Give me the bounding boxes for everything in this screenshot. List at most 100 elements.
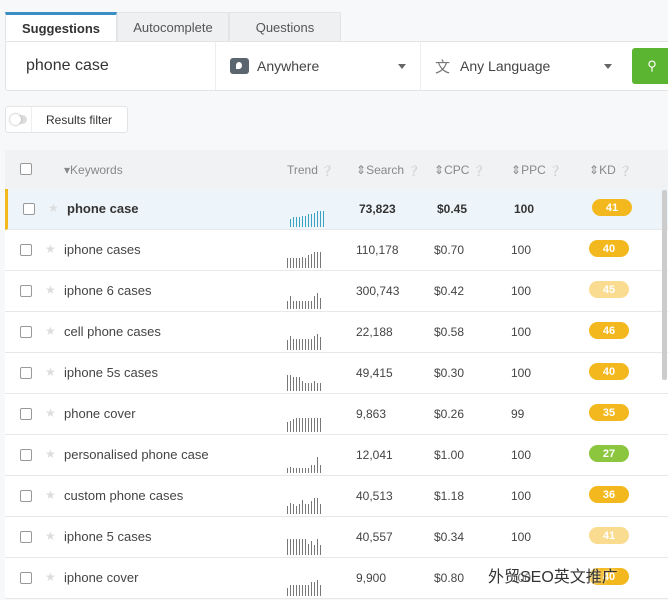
star-icon[interactable]: ★: [45, 324, 56, 338]
ppc-value: 100: [511, 243, 532, 257]
keyword-link[interactable]: iphone cover: [64, 570, 138, 585]
trend-bar: [311, 214, 312, 227]
trend-bar: [317, 498, 318, 514]
language-select[interactable]: 文 Any Language: [421, 42, 626, 90]
trend-sparkline: [287, 453, 321, 473]
language-value: Any Language: [460, 58, 551, 74]
keywords-column-header[interactable]: ▾Keywords: [64, 163, 123, 177]
trend-bar: [302, 499, 303, 514]
tab-autocomplete[interactable]: Autocomplete: [117, 12, 229, 42]
row-checkbox[interactable]: [20, 490, 32, 502]
search-column-header[interactable]: ⇕Search ❔: [356, 163, 420, 177]
trend-bar: [293, 468, 294, 473]
table-row[interactable]: ★ cell phone cases 22,188 $0.58 100 46: [5, 312, 668, 353]
keyword-link[interactable]: cell phone cases: [64, 324, 161, 339]
cpc-column-header[interactable]: ⇕CPC ❔: [434, 163, 485, 177]
search-volume: 49,415: [356, 366, 393, 380]
table-row[interactable]: ★ iphone 5 cases 40,557 $0.34 100 41: [5, 517, 668, 558]
trend-bar: [305, 338, 306, 350]
trend-bar: [311, 253, 312, 268]
star-icon[interactable]: ★: [45, 242, 56, 256]
search-volume: 73,823: [359, 202, 396, 216]
row-checkbox[interactable]: [20, 244, 32, 256]
search-button[interactable]: ⚲: [632, 48, 668, 84]
ppc-value: 100: [514, 202, 535, 216]
ppc-value: 100: [511, 284, 532, 298]
keyword-link[interactable]: phone cover: [64, 406, 136, 421]
cpc-value: $0.34: [434, 530, 465, 544]
trend-bar: [287, 539, 288, 555]
star-icon[interactable]: ★: [45, 365, 56, 379]
row-checkbox[interactable]: [20, 572, 32, 584]
trend-bar: [299, 539, 300, 555]
trend-bar: [296, 417, 297, 432]
trend-bar: [317, 211, 318, 227]
tab-suggestions[interactable]: Suggestions: [5, 12, 117, 42]
star-icon[interactable]: ★: [45, 406, 56, 420]
row-checkbox[interactable]: [20, 326, 32, 338]
trend-bar: [305, 504, 306, 514]
tab-questions[interactable]: Questions: [229, 12, 341, 42]
star-icon[interactable]: ★: [45, 570, 56, 584]
trend-sparkline: [287, 289, 321, 309]
row-checkbox[interactable]: [20, 408, 32, 420]
trend-sparkline: [287, 371, 321, 391]
trend-bar: [293, 217, 294, 227]
trend-bar: [314, 417, 315, 432]
kd-column-header[interactable]: ⇕KD ❔: [589, 163, 632, 177]
star-icon[interactable]: ★: [45, 447, 56, 461]
keyword-link[interactable]: iphone 6 cases: [64, 283, 151, 298]
ppc-column-header[interactable]: ⇕PPC ❔: [511, 163, 562, 177]
row-checkbox[interactable]: [20, 449, 32, 461]
keyword-link[interactable]: custom phone cases: [64, 488, 183, 503]
location-select[interactable]: Anywhere: [216, 42, 421, 90]
search-volume: 40,557: [356, 530, 393, 544]
select-all-checkbox[interactable]: [20, 163, 32, 175]
table-row[interactable]: ★ personalised phone case 12,041 $1.00 1…: [5, 435, 668, 476]
table-header: ▾Keywords Trend ❔ ⇕Search ❔ ⇕CPC ❔ ⇕PPC …: [5, 150, 668, 189]
trend-bar: [290, 296, 291, 309]
row-checkbox[interactable]: [20, 531, 32, 543]
trend-bar: [293, 338, 294, 350]
trend-bar: [308, 383, 309, 391]
trend-sparkline: [287, 248, 321, 268]
search-volume: 9,863: [356, 407, 387, 421]
star-icon[interactable]: ★: [45, 529, 56, 543]
star-icon[interactable]: ★: [45, 283, 56, 297]
table-row[interactable]: ★ phone case 73,823 $0.45 100 41: [5, 189, 668, 230]
star-icon[interactable]: ★: [48, 201, 59, 215]
trend-bar: [314, 252, 315, 268]
kd-badge: 40: [589, 363, 629, 380]
trend-bar: [296, 539, 297, 555]
results-filter-button[interactable]: Results filter: [5, 106, 128, 133]
trend-bar: [290, 335, 291, 350]
trend-bar: [320, 211, 321, 227]
star-icon[interactable]: ★: [45, 488, 56, 502]
table-row[interactable]: ★ iphone 5s cases 49,415 $0.30 100 40: [5, 353, 668, 394]
keyword-input[interactable]: phone case: [6, 42, 216, 90]
keyword-link[interactable]: iphone 5s cases: [64, 365, 158, 380]
trend-bar: [317, 417, 318, 432]
trend-bar: [308, 468, 309, 473]
trend-bar: [299, 376, 300, 391]
keyword-link[interactable]: iphone cases: [64, 242, 141, 257]
trend-bar: [311, 301, 312, 309]
table-row[interactable]: ★ phone cover 9,863 $0.26 99 35: [5, 394, 668, 435]
ppc-value: 99: [511, 407, 525, 421]
row-checkbox[interactable]: [23, 203, 35, 215]
trend-bar: [314, 581, 315, 596]
trend-bar: [311, 465, 312, 473]
row-checkbox[interactable]: [20, 367, 32, 379]
keyword-link[interactable]: personalised phone case: [64, 447, 209, 462]
table-row[interactable]: ★ iphone 6 cases 300,743 $0.42 100 45: [5, 271, 668, 312]
trend-bar: [287, 468, 288, 473]
table-row[interactable]: ★ custom phone cases 40,513 $1.18 100 36: [5, 476, 668, 517]
trend-bar: [293, 539, 294, 555]
keyword-link[interactable]: iphone 5 cases: [64, 529, 151, 544]
scrollbar[interactable]: [662, 190, 667, 380]
keyword-link[interactable]: phone case: [67, 201, 139, 216]
chevron-down-icon: [398, 64, 406, 73]
table-row[interactable]: ★ iphone cases 110,178 $0.70 100 40: [5, 230, 668, 271]
filter-toggle[interactable]: [6, 107, 32, 132]
row-checkbox[interactable]: [20, 285, 32, 297]
